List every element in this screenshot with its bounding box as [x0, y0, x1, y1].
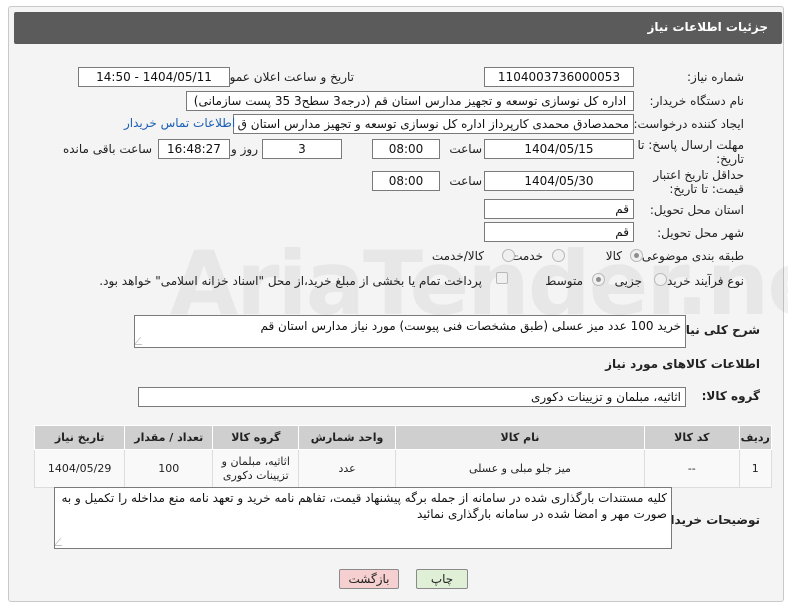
- buyer-contact-link[interactable]: اطلاعات تماس خریدار: [124, 116, 235, 130]
- goods-table: ردیف کد کالا نام کالا واحد شمارش گروه کا…: [33, 425, 773, 488]
- page-header: جزئیات اطلاعات نیاز: [14, 12, 782, 44]
- category-radio-goods[interactable]: [630, 249, 643, 262]
- description-textarea[interactable]: خرید 100 عدد میز عسلی (طبق مشخصات فنی پی…: [134, 315, 686, 348]
- goods-section-title: اطلاعات کالاهای مورد نیاز: [605, 357, 760, 371]
- process-radio-minor[interactable]: [654, 273, 667, 286]
- col-need-date: تاریخ نیاز: [33, 425, 126, 450]
- cell-item-name: میز جلو مبلی و عسلی: [394, 449, 646, 488]
- category-radio-goods-service[interactable]: [502, 249, 515, 262]
- buyer-notes-textarea[interactable]: کلیه مستندات بارگذاری شده در سامانه از ج…: [54, 487, 672, 549]
- treasury-payment-note: پرداخت تمام یا بخشی از مبلغ خرید،از محل …: [99, 274, 482, 288]
- province-field: قم: [484, 199, 634, 219]
- resize-grip-icon[interactable]: [135, 337, 149, 345]
- cell-need-date: 1404/05/29: [33, 449, 126, 488]
- buyer-notes-label: توضیحات خریدار:: [658, 513, 760, 527]
- province-label: استان محل تحویل:: [649, 203, 744, 217]
- category-radio-service[interactable]: [552, 249, 565, 262]
- price-validity-date-field: 1404/05/30: [484, 171, 634, 191]
- category-option-goods-service: کالا/خدمت: [431, 249, 484, 263]
- category-option-goods: کالا: [605, 249, 622, 263]
- deadline-date-field: 1404/05/15: [484, 139, 634, 159]
- cell-quantity: 100: [124, 449, 214, 488]
- city-label: شهر محل تحویل:: [657, 226, 744, 240]
- buyer-org-label: نام دستگاه خریدار:: [649, 94, 745, 108]
- table-row: 1 -- میز جلو مبلی و عسلی عدد اثاثیه، مبل…: [33, 449, 773, 488]
- process-option-medium: متوسط: [545, 274, 583, 288]
- announce-datetime-label: تاریخ و ساعت اعلان عمومی:: [209, 70, 354, 84]
- need-number-field: 1104003736000053: [484, 67, 634, 87]
- cell-group: اثاثیه، مبلمان و تزیینات دکوری: [212, 449, 300, 488]
- category-option-service: خدمت: [511, 249, 543, 263]
- price-validity-label: حداقل تاریخ اعتبار قیمت: تا تاریخ:: [653, 168, 744, 196]
- treasury-payment-checkbox[interactable]: [496, 272, 508, 284]
- days-remaining-field: 3: [262, 139, 342, 159]
- creator-field: محمدصادق محمدی کارپرداز اداره کل نوسازی …: [233, 114, 634, 134]
- cell-unit: عدد: [298, 449, 396, 488]
- cell-row-number: 1: [738, 449, 773, 488]
- col-row-number: ردیف: [738, 425, 773, 450]
- deadline-label: مهلت ارسال پاسخ: تا تاریخ:: [637, 138, 744, 166]
- deadline-time-label: ساعت: [449, 142, 482, 156]
- process-radio-medium[interactable]: [592, 273, 605, 286]
- buyer-notes-text: کلیه مستندات بارگذاری شده در سامانه از ج…: [61, 491, 667, 521]
- category-label: طبقه بندی موضوعی:: [637, 249, 744, 263]
- buyer-org-field: اداره کل نوسازی توسعه و تجهیز مدارس استا…: [186, 91, 634, 111]
- process-option-minor: جزیی: [614, 274, 642, 288]
- creator-label: ایجاد کننده درخواست:: [633, 117, 744, 131]
- deadline-time-field: 08:00: [372, 139, 440, 159]
- cell-item-code: --: [644, 449, 740, 488]
- page-title: جزئیات اطلاعات نیاز: [647, 20, 768, 34]
- col-unit: واحد شمارش: [298, 425, 396, 450]
- announce-datetime-field: 1404/05/11 - 14:50: [78, 67, 230, 87]
- price-validity-time-label: ساعت: [449, 174, 482, 188]
- resize-grip-icon[interactable]: [55, 538, 69, 546]
- back-button[interactable]: بازگشت: [339, 569, 399, 589]
- goods-group-field: اثاثیه، مبلمان و تزیینات دکوری: [138, 387, 686, 407]
- goods-table-header: ردیف کد کالا نام کالا واحد شمارش گروه کا…: [33, 425, 773, 450]
- price-validity-time-field: 08:00: [372, 171, 440, 191]
- col-group: گروه کالا: [212, 425, 300, 450]
- col-item-code: کد کالا: [644, 425, 740, 450]
- city-field: قم: [484, 222, 634, 242]
- col-quantity: تعداد / مقدار: [124, 425, 214, 450]
- days-label: روز و: [231, 142, 258, 156]
- goods-group-label: گروه کالا:: [701, 389, 760, 403]
- time-remaining-label: ساعت باقی مانده: [62, 142, 152, 156]
- col-item-name: نام کالا: [394, 425, 646, 450]
- print-button[interactable]: چاپ: [416, 569, 468, 589]
- process-type-label: نوع فرآیند خرید :: [659, 274, 744, 288]
- description-text: خرید 100 عدد میز عسلی (طبق مشخصات فنی پی…: [260, 319, 681, 333]
- need-number-label: شماره نیاز:: [687, 70, 744, 84]
- time-remaining-field: 16:48:27: [158, 139, 230, 159]
- description-label: شرح کلی نیاز:: [674, 323, 760, 337]
